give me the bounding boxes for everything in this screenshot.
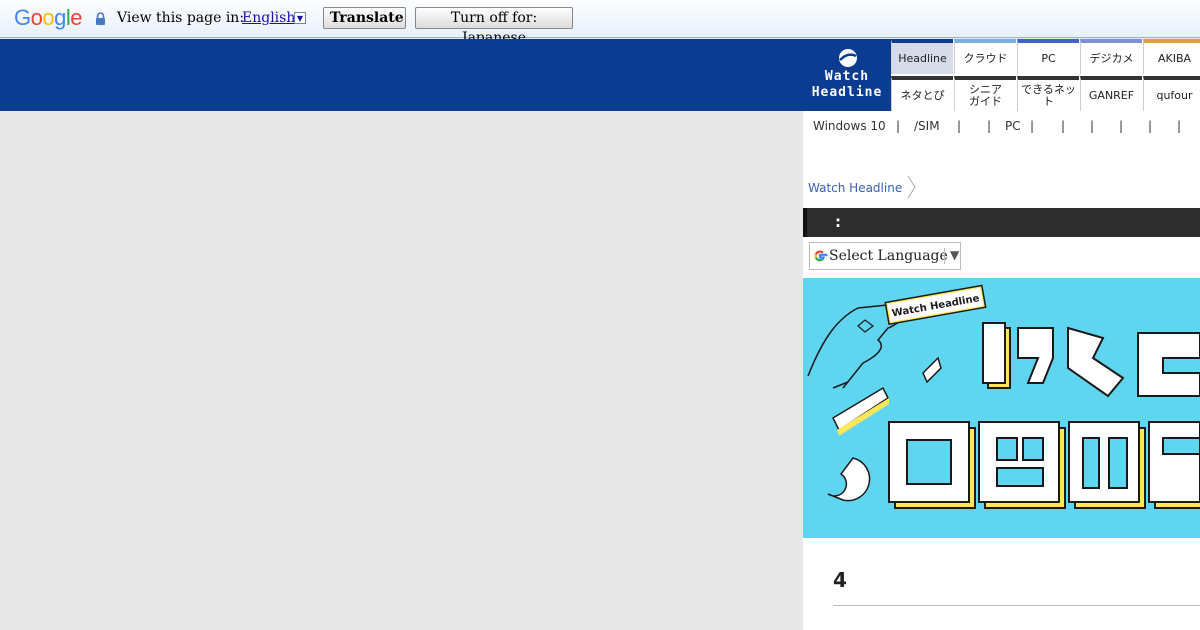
sub-nav: Windows 10 | /SIM | | PC | | | | | | [803,111,1200,143]
dropdown-arrow-icon: ▼ [944,248,959,264]
subnav-separator: | [1177,119,1182,133]
google-g-icon [814,250,828,262]
language-link[interactable]: English [242,10,295,26]
article-number: 4 [833,568,847,592]
site-nav: Headline クラウド PC デジカメ AKIBA ネタとぴ シニア ガイド… [891,39,1200,111]
nav-label: シニア ガイド [969,82,1002,108]
logo-letter: g [54,5,66,30]
select-language-dropdown[interactable]: Select Language ▼ [809,242,961,270]
subnav-separator: | [1119,119,1124,133]
site-logo[interactable]: Watch Headline [803,39,891,111]
subnav-separator: | [1061,119,1066,133]
divider [833,605,1200,606]
feature-banner[interactable]: Watch Headline [803,278,1200,538]
chevron-right-icon [907,175,916,199]
subnav-link-pc[interactable]: PC [1005,119,1021,133]
nav-label: GANREF [1088,88,1135,102]
nav-tab-qufour[interactable]: qufour [1143,76,1200,111]
google-logo: Google [14,5,83,31]
subnav-link-sim[interactable]: /SIM [914,119,940,133]
main-content: Watch Headline : Select Language ▼ Watch… [803,143,1200,630]
lock-icon [96,12,105,25]
nav-label: Headline [898,51,947,65]
subnav-separator: | [1148,119,1153,133]
subnav-link-windows10[interactable]: Windows 10 [813,119,886,133]
banner-illustration: Watch Headline [807,284,1200,509]
logo-text-line1: Watch [824,69,870,84]
nav-label: AKIBA [1157,51,1192,65]
banner-tag: Watch Headline [884,284,987,326]
language-dropdown-icon[interactable]: ▼ [294,12,306,24]
nav-label: クラウド [963,51,1008,65]
subnav-separator: | [1030,119,1035,133]
nav-label: できるネット [1021,82,1076,108]
logo-mark-icon [839,49,857,67]
view-page-label: View this page in: [117,10,245,26]
turn-off-button[interactable]: Turn off for: Japanese [415,7,573,46]
section-title: : [835,213,841,231]
logo-letter: G [14,5,31,30]
nav-tab-akiba[interactable]: AKIBA [1143,39,1200,74]
logo-letter: o [30,5,43,30]
subnav-separator: | [1090,119,1095,133]
logo-text-line2: Headline [811,85,883,100]
nav-tab-pc[interactable]: PC [1017,39,1079,74]
logo-letter: e [70,5,83,30]
subnav-separator: | [957,119,962,133]
nav-label: qufour [1156,88,1193,102]
nav-label: PC [1041,51,1056,65]
nav-tab-cloud[interactable]: クラウド [954,39,1016,74]
section-title-bar: : [803,208,1200,237]
translate-button[interactable]: Translate [323,7,406,29]
nav-tab-dekiru-net[interactable]: できるネット [1017,76,1079,111]
site-header: Watch Headline Headline クラウド PC デジカメ AKI… [0,39,1200,111]
translate-bar: Google View this page in: English ▼ Tran… [0,0,1200,46]
nav-tab-digicame[interactable]: デジカメ [1080,39,1142,74]
nav-tab-senior-guide[interactable]: シニア ガイド [954,76,1016,111]
nav-tab-netatopi[interactable]: ネタとぴ [891,76,953,111]
breadcrumb-link[interactable]: Watch Headline [808,181,902,195]
nav-tab-ganref[interactable]: GANREF [1080,76,1142,111]
logo-letter: o [42,5,55,30]
subnav-separator: | [896,119,901,133]
subnav-separator: | [987,119,992,133]
nav-label: デジカメ [1089,51,1134,65]
select-language-label: Select Language [829,248,948,264]
nav-tab-headline[interactable]: Headline [891,39,953,74]
nav-label: ネタとぴ [900,88,945,102]
